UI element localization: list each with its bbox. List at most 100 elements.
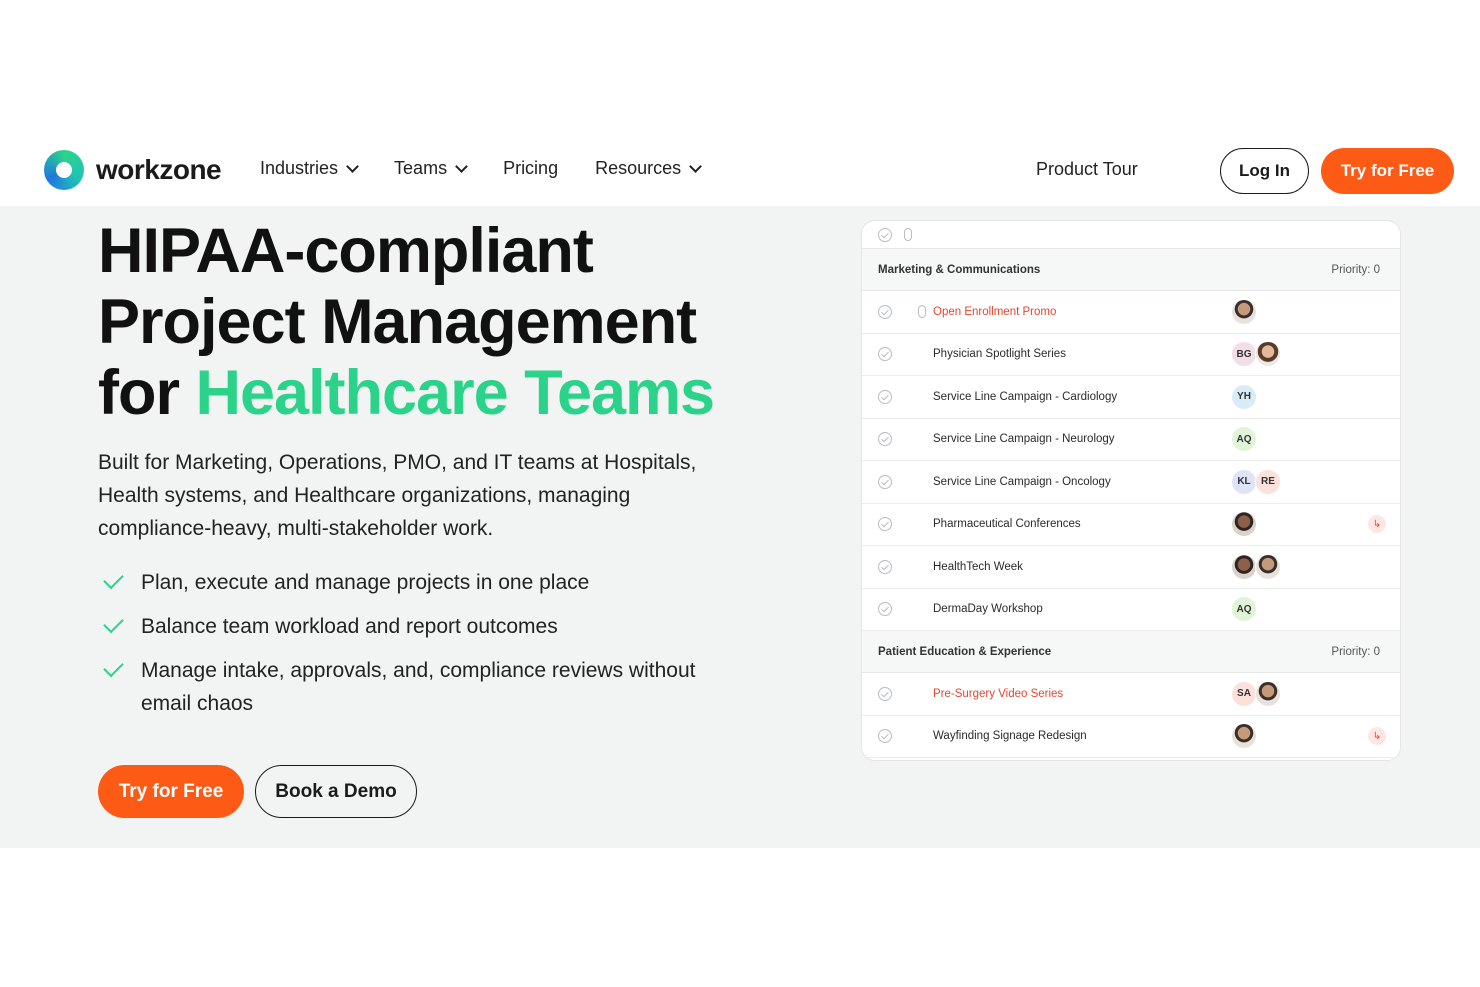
group-header[interactable]: Marketing & Communications Priority: 0 bbox=[862, 249, 1400, 291]
avatar-photo bbox=[1231, 723, 1257, 750]
feature-text: Plan, execute and manage projects in one… bbox=[141, 571, 590, 594]
nav-pricing[interactable]: Pricing bbox=[503, 158, 558, 179]
task-row[interactable]: Pharmaceutical Conferences ↳ bbox=[862, 504, 1400, 546]
assignee-avatars bbox=[1231, 298, 1257, 325]
hero-headline: HIPAA-compliant Project Management for H… bbox=[98, 216, 715, 429]
complete-task-icon[interactable] bbox=[878, 559, 892, 574]
avatar-initials: RE bbox=[1255, 468, 1281, 495]
task-row[interactable]: Service Line Campaign - Cardiology YH bbox=[862, 376, 1400, 419]
task-name[interactable]: Pre-Surgery Video Series bbox=[933, 688, 1063, 700]
avatar-initials: AQ bbox=[1231, 596, 1257, 623]
headline-line-3: for Healthcare Teams bbox=[98, 358, 715, 429]
try-free-button[interactable]: Try for Free bbox=[98, 765, 244, 818]
complete-task-icon[interactable] bbox=[878, 474, 892, 489]
hero-subheading: Built for Marketing, Operations, PMO, an… bbox=[98, 451, 697, 540]
avatar-photo bbox=[1255, 341, 1281, 368]
nav-resources-label: Resources bbox=[595, 158, 682, 178]
logo-text: workzone bbox=[96, 154, 222, 185]
complete-task-icon[interactable] bbox=[878, 432, 892, 447]
checkmark-icon bbox=[103, 612, 124, 634]
task-row[interactable]: HealthTech Week bbox=[862, 546, 1400, 589]
nav-teams-label: Teams bbox=[394, 158, 448, 178]
headline-accent: Healthcare Teams bbox=[195, 358, 715, 428]
complete-task-icon[interactable] bbox=[878, 686, 892, 701]
task-name[interactable]: Service Line Campaign - Neurology bbox=[933, 433, 1115, 445]
subtask-icon[interactable]: ↳ bbox=[1368, 515, 1386, 534]
assignee-avatars: BG bbox=[1231, 341, 1281, 368]
attachment-icon bbox=[904, 228, 912, 241]
task-list-panel: Marketing & Communications Priority: 0 Ope… bbox=[861, 220, 1401, 761]
feature-item: Balance team workload and report outcome… bbox=[102, 610, 742, 643]
task-name[interactable]: Physician Spotlight Series bbox=[933, 348, 1066, 360]
nav-links: Industries Teams Pricing Resources bbox=[260, 158, 737, 179]
task-row[interactable]: Service Line Campaign - Neurology AQ bbox=[862, 419, 1400, 461]
avatar-photo bbox=[1231, 553, 1257, 580]
avatar-photo bbox=[1255, 680, 1281, 707]
nav-industries-label: Industries bbox=[260, 158, 339, 178]
chevron-down-icon bbox=[455, 159, 468, 173]
assignee-avatars: SA bbox=[1231, 680, 1281, 707]
avatar-initials: AQ bbox=[1231, 426, 1257, 453]
avatar-initials: SA bbox=[1231, 680, 1257, 707]
group-priority: Priority: 0 bbox=[1331, 263, 1380, 276]
group-name: Marketing & Communications bbox=[878, 263, 1041, 276]
headline-line-2: Project Management bbox=[98, 287, 697, 357]
task-name[interactable]: Open Enrollment Promo bbox=[933, 306, 1056, 318]
login-button[interactable]: Log In bbox=[1220, 148, 1309, 194]
complete-task-icon[interactable] bbox=[878, 389, 892, 404]
task-row[interactable]: Service Line Campaign - Oncology KL RE bbox=[862, 461, 1400, 504]
checkmark-icon bbox=[103, 656, 124, 678]
feature-text: Balance team workload and report outcome… bbox=[141, 615, 558, 638]
assignee-avatars: KL RE bbox=[1231, 468, 1281, 495]
top-nav: workzone Industries Teams Pricing Resour… bbox=[0, 134, 1480, 206]
assignee-avatars bbox=[1231, 723, 1257, 750]
task-name[interactable]: Wayfinding Signage Redesign bbox=[933, 730, 1087, 742]
nav-pricing-label: Pricing bbox=[503, 158, 559, 178]
task-row[interactable]: Open Enrollment Promo bbox=[862, 291, 1400, 334]
complete-task-icon[interactable] bbox=[878, 729, 892, 744]
headline-prefix: for bbox=[98, 358, 196, 428]
feature-list: Plan, execute and manage projects in one… bbox=[102, 566, 742, 731]
panel-body: Marketing & Communications Priority: 0 Ope… bbox=[862, 249, 1400, 758]
task-row[interactable]: Wayfinding Signage Redesign ↳ bbox=[862, 716, 1400, 758]
nav-resources[interactable]: Resources bbox=[595, 158, 703, 179]
nav-try-free-button[interactable]: Try for Free bbox=[1321, 148, 1454, 194]
task-name[interactable]: Service Line Campaign - Oncology bbox=[933, 476, 1111, 488]
feature-item: Manage intake, approvals, and, complianc… bbox=[102, 654, 742, 720]
assignee-avatars bbox=[1231, 553, 1281, 580]
assignee-avatars: YH bbox=[1231, 383, 1257, 410]
group-name: Patient Education & Experience bbox=[878, 645, 1052, 658]
task-row[interactable]: DermaDay Workshop AQ bbox=[862, 589, 1400, 631]
product-tour-link[interactable]: Product Tour bbox=[1036, 159, 1138, 180]
complete-task-icon[interactable] bbox=[878, 602, 892, 617]
task-row[interactable]: Physician Spotlight Series BG bbox=[862, 334, 1400, 376]
task-name[interactable]: Pharmaceutical Conferences bbox=[933, 518, 1081, 530]
complete-task-icon[interactable] bbox=[878, 304, 892, 319]
assignee-avatars: AQ bbox=[1231, 596, 1257, 623]
task-name[interactable]: HealthTech Week bbox=[933, 561, 1023, 573]
complete-task-icon[interactable] bbox=[878, 517, 892, 532]
logo-icon bbox=[44, 150, 84, 190]
avatar-photo bbox=[1255, 553, 1281, 580]
avatar-photo bbox=[1231, 298, 1257, 325]
task-row[interactable]: Pre-Surgery Video Series SA bbox=[862, 673, 1400, 716]
complete-task-icon[interactable] bbox=[878, 347, 892, 362]
panel-toolbar bbox=[862, 221, 1400, 249]
nav-teams[interactable]: Teams bbox=[394, 158, 468, 179]
assignee-avatars: AQ bbox=[1231, 426, 1257, 453]
task-name[interactable]: Service Line Campaign - Cardiology bbox=[933, 391, 1117, 403]
checkmark-icon bbox=[103, 568, 124, 590]
chevron-down-icon bbox=[689, 159, 703, 173]
subtask-icon[interactable]: ↳ bbox=[1368, 727, 1386, 746]
feature-text: Manage intake, approvals, and, complianc… bbox=[141, 659, 696, 715]
group-priority: Priority: 0 bbox=[1331, 645, 1380, 658]
nav-industries[interactable]: Industries bbox=[260, 158, 359, 179]
assignee-avatars bbox=[1231, 511, 1257, 538]
avatar-initials: YH bbox=[1231, 383, 1257, 410]
task-name[interactable]: DermaDay Workshop bbox=[933, 603, 1043, 615]
logo[interactable]: workzone bbox=[44, 150, 222, 190]
book-demo-button[interactable]: Book a Demo bbox=[255, 765, 417, 818]
attachment-icon bbox=[918, 305, 926, 319]
group-header[interactable]: Patient Education & Experience Priority: … bbox=[862, 631, 1400, 673]
feature-item: Plan, execute and manage projects in one… bbox=[102, 566, 742, 599]
